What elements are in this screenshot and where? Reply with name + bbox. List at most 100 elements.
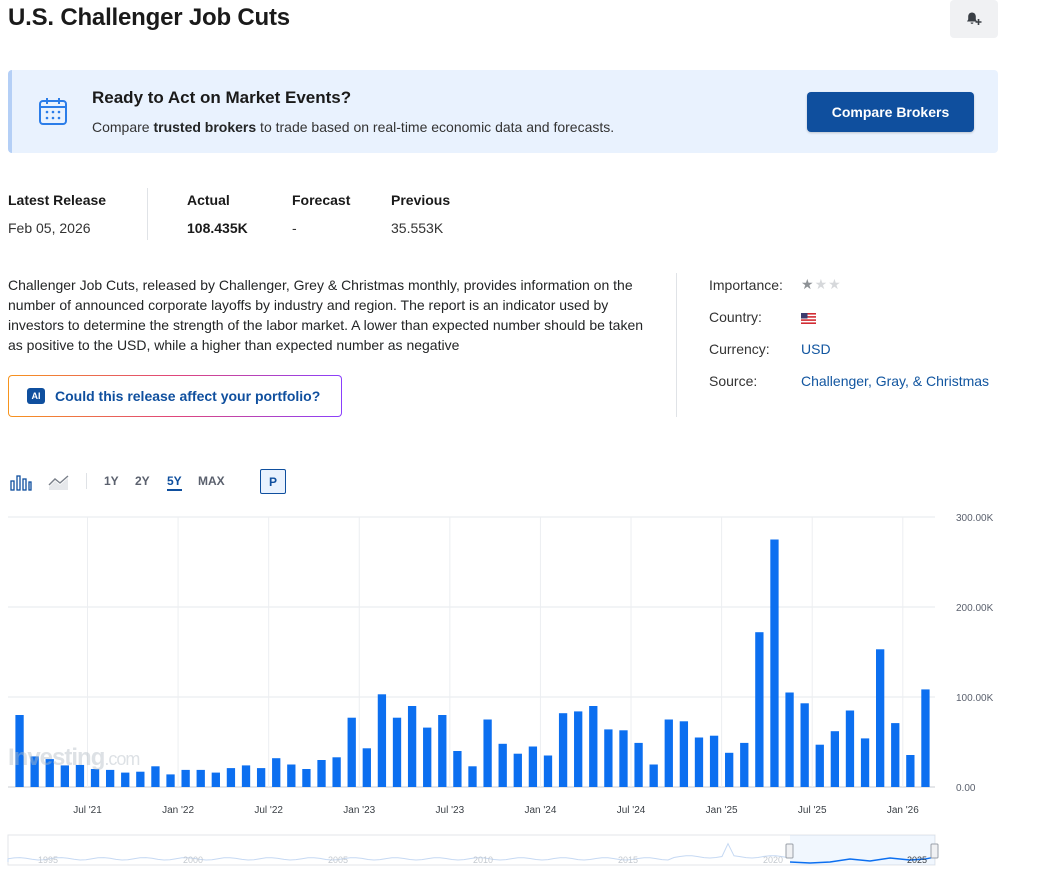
line-chart-icon[interactable] (48, 473, 70, 491)
compare-brokers-button[interactable]: Compare Brokers (807, 92, 974, 132)
chart-bar (362, 748, 371, 787)
latest-release-label: Latest Release (8, 192, 107, 208)
y-tick-label: 100.00K (956, 693, 994, 704)
forecast-label: Forecast (292, 192, 351, 208)
toolbar-divider (86, 473, 87, 489)
chart-bar (921, 689, 930, 787)
chart-bar (906, 755, 915, 787)
chart-bar (694, 737, 704, 787)
chart-bar (347, 717, 356, 787)
navigator-right-handle (930, 843, 939, 859)
x-tick-label: Jul '25 (798, 805, 827, 816)
x-tick-label: Jan '26 (887, 805, 919, 816)
chart-bar (860, 738, 870, 787)
chart-bar (709, 735, 719, 787)
x-tick-label: Jan '24 (524, 805, 556, 816)
navigator-year-label: 2010 (473, 855, 493, 865)
chart-bar (392, 717, 402, 787)
range-max-button[interactable]: MAX (198, 474, 225, 488)
latest-release: Latest Release Feb 05, 2026 (8, 192, 106, 236)
create-alert-button[interactable] (950, 0, 998, 38)
x-tick-label: Jan '25 (706, 805, 738, 816)
chart-bar (302, 769, 311, 787)
chart-bar (725, 752, 734, 787)
watermark-suffix: .com (104, 749, 140, 769)
chart-bar (740, 742, 749, 787)
investing-watermark: Investing.com (8, 744, 140, 772)
promo-text-bold: trusted brokers (153, 119, 257, 135)
actual-value: 108.435K (187, 220, 248, 236)
watermark-brand: Investing (8, 744, 105, 771)
chart-bar (151, 766, 160, 787)
navigator-year-label: 2020 (763, 855, 783, 865)
job-cuts-chart: 300.00K 200.00K 100.00K 0.00 Jul '21 Jan '22 J… (8, 513, 994, 816)
chart-bar (664, 719, 673, 787)
chart-bar (815, 744, 824, 787)
importance-stars: ★★★ (801, 276, 842, 293)
chart-bar (891, 723, 900, 787)
divider (147, 188, 148, 240)
promo-title: Ready to Act on Market Events? (92, 88, 352, 107)
chart-bar (830, 731, 840, 787)
chart-bar (679, 721, 689, 787)
chart-bar (589, 706, 598, 787)
promo-banner: Ready to Act on Market Events? Compare t… (8, 70, 998, 153)
latest-release-value: Feb 05, 2026 (8, 220, 91, 236)
chart-bar (256, 768, 266, 787)
chart-bar (543, 755, 553, 787)
previous: Previous 35.553K (391, 192, 450, 236)
promo-text: Compare trusted brokers to trade based o… (92, 119, 615, 135)
navigator-year-label: 2005 (328, 855, 348, 865)
star-icon: ★ (801, 276, 814, 292)
chart-bar (226, 768, 236, 787)
range-5y-button[interactable]: 5Y (167, 474, 182, 491)
bell-plus-icon (967, 12, 982, 25)
chart-bar (468, 766, 477, 787)
x-tick-label: Jan '22 (162, 805, 194, 816)
chart-bar (574, 711, 583, 787)
importance-label: Importance: (709, 277, 783, 293)
chart-bar (634, 742, 643, 787)
chart-bar (770, 539, 779, 787)
chart-bar (105, 769, 115, 787)
range-1y-button[interactable]: 1Y (104, 474, 119, 488)
actual: Actual 108.435K (187, 192, 248, 236)
navigator-year-label: 1995 (38, 855, 58, 865)
country-label: Country: (709, 309, 762, 325)
chart-bar (121, 772, 130, 787)
source-label: Source: (709, 373, 758, 389)
chart-bar (619, 730, 628, 787)
chart-bar (317, 760, 326, 787)
chart-bar (211, 772, 220, 787)
navigator-year-label: 2015 (618, 855, 638, 865)
p-toggle-button[interactable]: P (260, 469, 286, 494)
chart-bar (558, 713, 568, 787)
us-flag-icon (801, 313, 816, 324)
chart-bar (483, 719, 492, 787)
ai-portfolio-button[interactable]: AI Could this release affect your portfo… (8, 375, 342, 417)
chart-bar (332, 757, 341, 787)
chart-bar (136, 771, 145, 787)
country-flag (801, 311, 816, 327)
chart-bar (498, 743, 507, 787)
chart-bar (181, 769, 190, 787)
bar-chart-icon[interactable] (10, 473, 32, 491)
source-link[interactable]: Challenger, Gray, & Christmas (801, 373, 989, 389)
chart-navigator[interactable]: 1995 2000 2005 2010 2015 2020 2025 (0, 832, 1037, 869)
chart-bar (241, 765, 251, 787)
x-tick-label: Jul '23 (436, 805, 465, 816)
chart-bar (377, 694, 387, 787)
chart-bar (604, 729, 613, 787)
navigator-year-label: 2000 (183, 855, 203, 865)
previous-label: Previous (391, 192, 451, 208)
range-2y-button[interactable]: 2Y (135, 474, 150, 488)
y-tick-label: 300.00K (956, 513, 994, 524)
chart-bar (453, 751, 462, 787)
calendar-icon (39, 98, 67, 125)
actual-label: Actual (187, 192, 230, 208)
chart-bar (287, 764, 296, 787)
chart-bar (272, 758, 281, 787)
chart-bar (166, 774, 175, 787)
star-icon: ★ (814, 276, 828, 292)
chart-bar (785, 692, 794, 787)
